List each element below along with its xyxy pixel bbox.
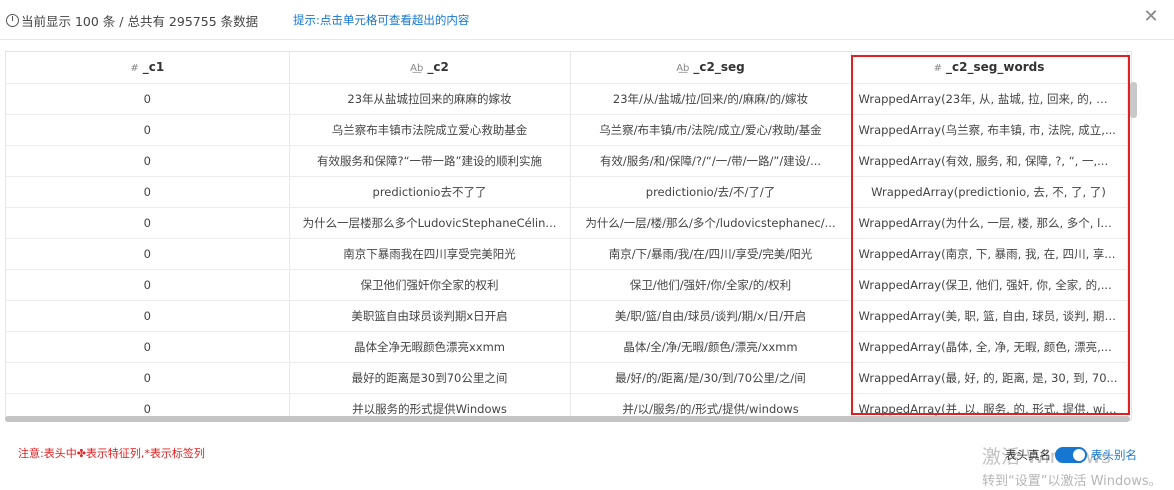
column-type-icon: A͟b — [410, 63, 424, 75]
column-header-c2_seg[interactable]: A͟b _c2_seg — [570, 52, 852, 84]
column-header-label: _c1 — [142, 60, 165, 75]
close-icon[interactable]: ✕ — [1140, 6, 1162, 28]
toggle-label-alias: 表头别名 — [1091, 448, 1137, 462]
table-cell-c2[interactable]: 最好的距离是30到70公里之间 — [289, 362, 571, 394]
column-type-icon: A͟b — [676, 63, 690, 75]
vertical-scrollbar[interactable] — [1130, 82, 1137, 118]
table-cell-c2_seg[interactable]: 晶体/全/净/无暇/颜色/漂亮/xxmm — [570, 331, 852, 363]
table-cell-c2_seg[interactable]: 南京/下/暴雨/我/在/四川/享受/完美/阳光 — [570, 238, 852, 270]
table-cell-c2_seg_words[interactable]: WrappedArray(有效, 服务, 和, 保障, ?, “, 一,... — [851, 145, 1128, 177]
table-cell-c1[interactable]: 0 — [6, 114, 290, 146]
table-cell-c2[interactable]: 有效服务和保障?“一带一路”建设的顺利实施 — [289, 145, 571, 177]
header-name-toggle-group: 表头真名 表头别名 — [1005, 447, 1137, 463]
table-row: 0 美职篮自由球员谈判期x日开启 美/职/篮/自由/球员/谈判/期/x/日/开启 Wr… — [6, 300, 1128, 332]
table-row: 0 南京下暴雨我在四川享受完美阳光 南京/下/暴雨/我/在/四川/享受/完美/阳光 W… — [6, 238, 1128, 270]
record-count-text: 当前显示 100 条 / 总共有 295755 条数据 — [21, 14, 259, 29]
table-cell-c1[interactable]: 0 — [6, 269, 290, 301]
table-row: 0 有效服务和保障?“一带一路”建设的顺利实施 有效/服务/和/保障/?/“/一/带… — [6, 145, 1128, 177]
horizontal-scrollbar[interactable] — [5, 416, 1130, 422]
table-cell-c2[interactable]: 23年从盐城拉回来的麻麻的嫁妆 — [289, 83, 571, 115]
table-row: 0 保卫他们强奸你全家的权利 保卫/他们/强奸/你/全家/的/权利 WrappedAr… — [6, 269, 1128, 301]
table-cell-c2_seg_words[interactable]: WrappedArray(为什么, 一层, 楼, 那么, 多个, lu... — [851, 207, 1128, 239]
table-cell-c1[interactable]: 0 — [6, 238, 290, 270]
table-row: 0 晶体全净无暇颜色漂亮xxmm 晶体/全/净/无暇/颜色/漂亮/xxmm Wrapp… — [6, 331, 1128, 363]
toggle-label-real-name: 表头真名 — [1005, 448, 1051, 462]
column-header-label: _c2_seg — [693, 60, 745, 75]
column-type-icon: # — [933, 63, 943, 75]
column-header-c2_seg_words[interactable]: # _c2_seg_words — [851, 52, 1128, 84]
table-row: 0 乌兰察布丰镇市法院成立爱心救助基金 乌兰察/布丰镇/市/法院/成立/爱心/救助/… — [6, 114, 1128, 146]
table-cell-c1[interactable]: 0 — [6, 300, 290, 332]
table-cell-c1[interactable]: 0 — [6, 83, 290, 115]
table-row: 0 predictionio去不了了 predictionio/去/不/了/了 Wra… — [6, 176, 1128, 208]
table-cell-c2_seg[interactable]: 乌兰察/布丰镇/市/法院/成立/爱心/救助/基金 — [570, 114, 852, 146]
record-count-info: 当前显示 100 条 / 总共有 295755 条数据 — [6, 11, 258, 30]
table-header: # _c1 A͟b _c2 A͟b _c2_seg # _c2_seg_words — [6, 52, 1128, 84]
activation-watermark-subtitle: 转到“设置”以激活 Windows。 — [982, 474, 1162, 489]
table-cell-c1[interactable]: 0 — [6, 331, 290, 363]
header-alias-switch[interactable] — [1055, 447, 1087, 463]
table-cell-c2[interactable]: predictionio去不了了 — [289, 176, 571, 208]
table-cell-c2_seg[interactable]: 最/好/的/距离/是/30/到/70公里/之/间 — [570, 362, 852, 394]
table-cell-c2[interactable]: 南京下暴雨我在四川享受完美阳光 — [289, 238, 571, 270]
table-cell-c2[interactable]: 保卫他们强奸你全家的权利 — [289, 269, 571, 301]
table-cell-c2_seg_words[interactable]: WrappedArray(最, 好, 的, 距离, 是, 30, 到, 70..… — [851, 362, 1128, 394]
dialog-header: 当前显示 100 条 / 总共有 295755 条数据 提示:点击单元格可查看超… — [0, 0, 1174, 40]
table-cell-c2_seg_words[interactable]: WrappedArray(23年, 从, 盐城, 拉, 回来, 的, 麻... — [851, 83, 1128, 115]
table-body: 0 23年从盐城拉回来的麻麻的嫁妆 23年/从/盐城/拉/回来/的/麻麻/的/嫁妆 W… — [6, 83, 1128, 420]
table-row: 0 最好的距离是30到70公里之间 最/好/的/距离/是/30/到/70公里/之/间… — [6, 362, 1128, 394]
table-cell-c2[interactable]: 为什么一层楼那么多个LudovicStephaneCélin... — [289, 207, 571, 239]
table-cell-c2_seg_words[interactable]: WrappedArray(南京, 下, 暴雨, 我, 在, 四川, 享... — [851, 238, 1128, 270]
column-header-label: _c2 — [427, 60, 449, 75]
table-cell-c2_seg[interactable]: 有效/服务/和/保障/?/“/一/带/一路/”/建设/... — [570, 145, 852, 177]
table-cell-c2_seg[interactable]: 美/职/篮/自由/球员/谈判/期/x/日/开启 — [570, 300, 852, 332]
data-table-container[interactable]: # _c1 A͟b _c2 A͟b _c2_seg # _c2_seg_words 0 23年从… — [5, 51, 1132, 421]
table-cell-c2[interactable]: 美职篮自由球员谈判期x日开启 — [289, 300, 571, 332]
table-cell-c1[interactable]: 0 — [6, 207, 290, 239]
table-cell-c1[interactable]: 0 — [6, 362, 290, 394]
table-cell-c2_seg_words[interactable]: WrappedArray(乌兰察, 布丰镇, 市, 法院, 成立,... — [851, 114, 1128, 146]
column-header-c2[interactable]: A͟b _c2 — [289, 52, 571, 84]
table-cell-c2_seg[interactable]: 23年/从/盐城/拉/回来/的/麻麻/的/嫁妆 — [570, 83, 852, 115]
table-row: 0 为什么一层楼那么多个LudovicStephaneCélin... 为什么/一层… — [6, 207, 1128, 239]
table-row: 0 23年从盐城拉回来的麻麻的嫁妆 23年/从/盐城/拉/回来/的/麻麻/的/嫁妆 W… — [6, 83, 1128, 115]
table-cell-c2_seg_words[interactable]: WrappedArray(晶体, 全, 净, 无暇, 颜色, 漂亮,... — [851, 331, 1128, 363]
data-table: # _c1 A͟b _c2 A͟b _c2_seg # _c2_seg_words 0 23年从… — [6, 52, 1128, 420]
table-cell-c2[interactable]: 乌兰察布丰镇市法院成立爱心救助基金 — [289, 114, 571, 146]
table-cell-c1[interactable]: 0 — [6, 176, 290, 208]
column-type-icon: # — [130, 63, 139, 75]
column-header-label: _c2_seg_words — [946, 60, 1045, 75]
table-cell-c2_seg[interactable]: 为什么/一层/楼/那么/多个/ludovicstephanec/... — [570, 207, 852, 239]
table-cell-c2_seg_words[interactable]: WrappedArray(保卫, 他们, 强奸, 你, 全家, 的,... — [851, 269, 1128, 301]
table-cell-c2_seg[interactable]: 保卫/他们/强奸/你/全家/的/权利 — [570, 269, 852, 301]
column-header-c1[interactable]: # _c1 — [6, 52, 290, 84]
clock-icon — [6, 14, 19, 27]
table-cell-c2_seg[interactable]: predictionio/去/不/了/了 — [570, 176, 852, 208]
column-legend-note: 注意:表头中✤表示特征列,*表示标签列 — [18, 447, 205, 460]
table-cell-c2_seg_words[interactable]: WrappedArray(美, 职, 篮, 自由, 球员, 谈判, 期,... — [851, 300, 1128, 332]
table-cell-c2_seg_words[interactable]: WrappedArray(predictionio, 去, 不, 了, 了) — [851, 176, 1128, 208]
table-cell-c1[interactable]: 0 — [6, 145, 290, 177]
table-cell-c2[interactable]: 晶体全净无暇颜色漂亮xxmm — [289, 331, 571, 363]
hint-text: 提示:点击单元格可查看超出的内容 — [293, 13, 470, 27]
